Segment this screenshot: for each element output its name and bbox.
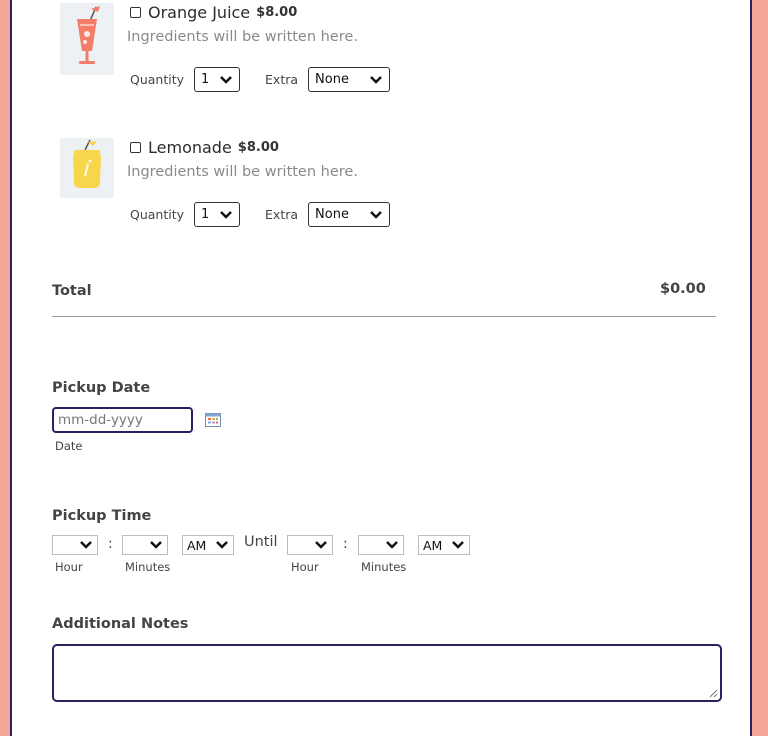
chevron-down-icon	[370, 210, 382, 219]
time-colon: :	[343, 536, 348, 552]
date-sublabel: Date	[55, 439, 83, 453]
extra-label: Extra	[265, 72, 299, 87]
chevron-down-icon	[220, 75, 232, 84]
product-price: $8.00	[256, 5, 298, 20]
quantity-value: 1	[201, 207, 210, 222]
order-form-card: Orange Juice $8.00 Ingredients will be w…	[10, 0, 752, 736]
lemonade-icon	[73, 139, 101, 188]
extra-value: None	[315, 207, 349, 222]
chevron-down-icon	[386, 541, 398, 549]
to-minutes-select[interactable]	[358, 535, 404, 555]
product-description: Ingredients will be written here.	[127, 29, 358, 45]
to-minutes-sublabel: Minutes	[361, 560, 407, 574]
quantity-label: Quantity	[130, 72, 185, 87]
product-thumbnail	[60, 3, 114, 75]
product-checkbox[interactable]	[130, 142, 141, 153]
ampm-value: AM	[187, 537, 207, 553]
chevron-down-icon	[150, 541, 162, 549]
pickup-time-label: Pickup Time	[52, 508, 152, 524]
chevron-down-icon	[220, 210, 232, 219]
pickup-date-input[interactable]: mm-dd-yyyy	[52, 407, 193, 433]
additional-notes-label: Additional Notes	[52, 616, 189, 632]
total-value: $0.00	[660, 281, 706, 297]
ampm-value: AM	[423, 537, 443, 553]
additional-notes-textarea[interactable]	[52, 644, 722, 702]
total-divider	[52, 316, 716, 317]
to-hour-select[interactable]	[287, 535, 333, 555]
product-thumbnail	[60, 138, 114, 198]
to-ampm-select[interactable]: AM	[418, 535, 470, 555]
chevron-down-icon	[452, 541, 464, 549]
resize-grip-icon[interactable]	[709, 689, 718, 698]
chevron-down-icon	[370, 75, 382, 84]
orange-juice-icon	[77, 6, 100, 64]
from-hour-sublabel: Hour	[55, 560, 83, 574]
time-colon: :	[108, 536, 113, 552]
product-title-row: Orange Juice $8.00	[130, 3, 297, 22]
quantity-value: 1	[201, 72, 210, 87]
chevron-down-icon	[80, 541, 92, 549]
from-minutes-sublabel: Minutes	[125, 560, 171, 574]
quantity-label: Quantity	[130, 207, 185, 222]
extra-value: None	[315, 72, 349, 87]
product-options: Quantity 1 Extra None	[130, 67, 391, 92]
product-options: Quantity 1 Extra None	[130, 202, 391, 227]
product-checkbox[interactable]	[130, 7, 141, 18]
chevron-down-icon	[315, 541, 327, 549]
extra-select[interactable]: None	[308, 67, 391, 92]
product-title-row: Lemonade $8.00	[130, 138, 279, 157]
from-minutes-select[interactable]	[122, 535, 168, 555]
product-name: Lemonade	[148, 138, 232, 157]
until-label: Until	[244, 534, 278, 550]
product-price: $8.00	[237, 140, 279, 155]
chevron-down-icon	[216, 541, 228, 549]
total-label: Total	[52, 283, 92, 299]
extra-select[interactable]: None	[308, 202, 391, 227]
extra-label: Extra	[265, 207, 299, 222]
to-hour-sublabel: Hour	[291, 560, 319, 574]
calendar-icon[interactable]	[205, 412, 221, 427]
pickup-date-label: Pickup Date	[52, 380, 151, 396]
from-ampm-select[interactable]: AM	[182, 535, 234, 555]
product-name: Orange Juice	[148, 3, 251, 22]
quantity-select[interactable]: 1	[194, 67, 241, 92]
from-hour-select[interactable]	[52, 535, 98, 555]
quantity-select[interactable]: 1	[194, 202, 241, 227]
product-description: Ingredients will be written here.	[127, 164, 358, 180]
